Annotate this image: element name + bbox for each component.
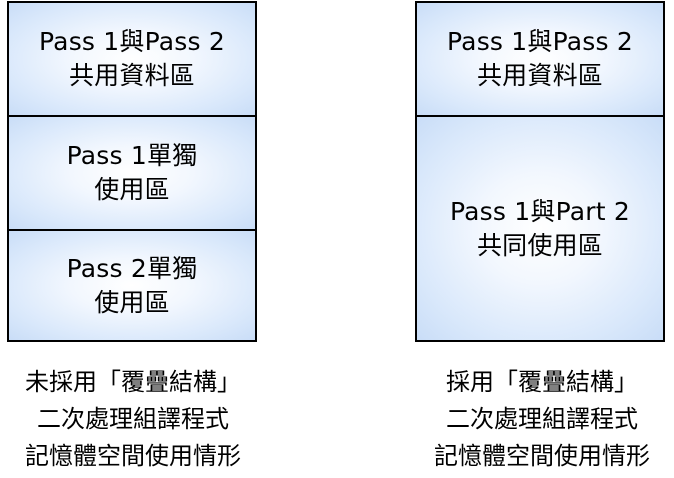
caption-line3: 記憶體空間使用情形 bbox=[434, 442, 650, 470]
block-label-line1: Pass 1單獨 bbox=[66, 141, 198, 170]
block-label-line1: Pass 1與Pass 2 bbox=[447, 27, 633, 56]
caption-line1: 未採用「覆疊結構」 bbox=[25, 368, 241, 396]
shared-data-block: Pass 1與Pass 2 共用資料區 bbox=[417, 3, 663, 117]
caption-line2: 二次處理組譯程式 bbox=[37, 405, 229, 433]
memory-layout-diagram: Pass 1與Pass 2 共用資料區 Pass 1單獨 使用區 Pass 2單… bbox=[0, 0, 674, 478]
block-label-line2: 使用區 bbox=[94, 175, 170, 204]
caption-line1: 採用「覆疊結構」 bbox=[446, 368, 638, 396]
memory-stack-with-overlay: Pass 1與Pass 2 共用資料區 Pass 1與Part 2 共同使用區 bbox=[415, 1, 665, 342]
block-label-line1: Pass 1與Part 2 bbox=[450, 196, 630, 226]
block-label-line2: 共用資料區 bbox=[68, 61, 195, 90]
caption-line2: 二次處理組譯程式 bbox=[446, 405, 638, 433]
pass2-exclusive-block: Pass 2單獨 使用區 bbox=[9, 231, 255, 340]
block-label-line1: Pass 1與Pass 2 bbox=[39, 27, 225, 56]
caption-without-overlay: 未採用「覆疊結構」 二次處理組譯程式 記憶體空間使用情形 bbox=[0, 364, 278, 475]
block-label-line2: 使用區 bbox=[94, 287, 170, 317]
shared-data-block: Pass 1與Pass 2 共用資料區 bbox=[9, 3, 255, 117]
block-label-line2: 共用資料區 bbox=[476, 61, 603, 90]
caption-line3: 記憶體空間使用情形 bbox=[25, 442, 241, 470]
memory-stack-without-overlay: Pass 1與Pass 2 共用資料區 Pass 1單獨 使用區 Pass 2單… bbox=[7, 1, 257, 342]
overlay-shared-block: Pass 1與Part 2 共同使用區 bbox=[417, 117, 663, 340]
caption-with-overlay: 採用「覆疊結構」 二次處理組譯程式 記憶體空間使用情形 bbox=[397, 364, 674, 475]
block-label-line1: Pass 2單獨 bbox=[66, 253, 198, 283]
block-label-line2: 共同使用區 bbox=[476, 230, 603, 260]
pass1-exclusive-block: Pass 1單獨 使用區 bbox=[9, 117, 255, 231]
